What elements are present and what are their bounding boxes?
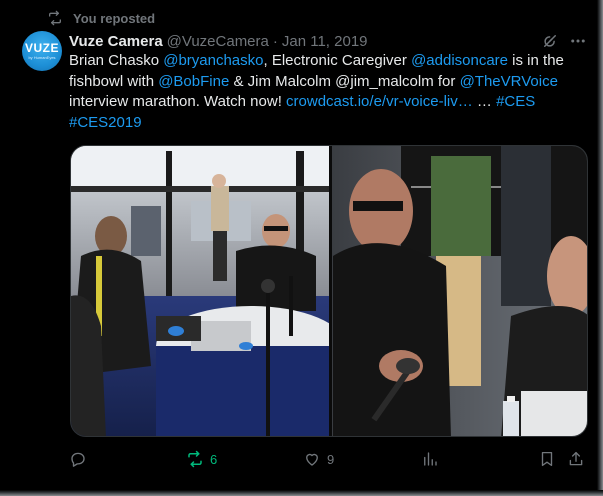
avatar-logo-sub: by HumanEyes (28, 55, 56, 60)
views-button[interactable] (421, 449, 445, 469)
bookmark-icon (541, 451, 553, 467)
tweet-media-photo[interactable] (70, 145, 588, 437)
repost-icon (188, 450, 202, 468)
tweet-link[interactable]: @BobFine (158, 73, 229, 90)
tweet-text-segment: , Electronic Caregiver (263, 52, 412, 69)
bookmark-button[interactable] (538, 449, 556, 469)
tweet-text-segment: … (472, 93, 497, 110)
views-icon (424, 452, 437, 466)
author-handle[interactable]: @VuzeCamera (167, 33, 269, 50)
window-frame-right (597, 0, 603, 496)
tweet-text-segment: interview marathon. Watch now! (69, 93, 287, 110)
tweet-text-segment: Brian Chasko (69, 52, 164, 69)
more-options-icon[interactable] (568, 32, 588, 50)
tweet-text-segment: & Jim Malcolm @jim_malcolm for (229, 72, 460, 90)
tweet-link[interactable]: #CES2019 (69, 114, 142, 131)
tweet-header: Vuze Camera @VuzeCamera · Jan 11, 2019 (69, 32, 368, 50)
header-separator: · (272, 32, 278, 50)
repost-button[interactable]: 6 (186, 449, 217, 469)
reply-icon (71, 452, 85, 467)
repost-banner[interactable]: You reposted (47, 10, 155, 26)
heart-icon (306, 453, 318, 466)
repost-icon (49, 10, 61, 26)
tweet-actions: 6 9 (69, 449, 589, 469)
tweet-link[interactable]: @addisoncare (411, 52, 508, 69)
author-name[interactable]: Vuze Camera (69, 33, 163, 50)
repost-banner-text: You reposted (73, 10, 156, 26)
avatar-logo-text: VUZE (24, 41, 59, 55)
tweet-link[interactable]: @TheVRVoice (460, 73, 558, 90)
like-button[interactable]: 9 (303, 449, 334, 469)
reply-button[interactable] (69, 449, 93, 469)
tweet-link[interactable]: crowdcast.io/e/vr-voice-liv… (286, 93, 473, 110)
tweet-date[interactable]: Jan 11, 2019 (282, 33, 368, 50)
grok-icon[interactable] (541, 32, 559, 50)
repost-count: 6 (210, 451, 218, 467)
tweet-link[interactable]: @bryanchasko (163, 52, 263, 69)
share-button[interactable] (567, 449, 585, 469)
avatar[interactable]: VUZE by HumanEyes (22, 31, 62, 71)
window-frame-bottom (0, 490, 603, 496)
like-count: 9 (327, 451, 335, 467)
photo-illustration (71, 146, 587, 436)
tweet-text: Brian Chasko @bryanchasko, Electronic Ca… (69, 51, 579, 133)
tweet-link[interactable]: #CES (496, 93, 535, 110)
share-icon (569, 451, 583, 466)
